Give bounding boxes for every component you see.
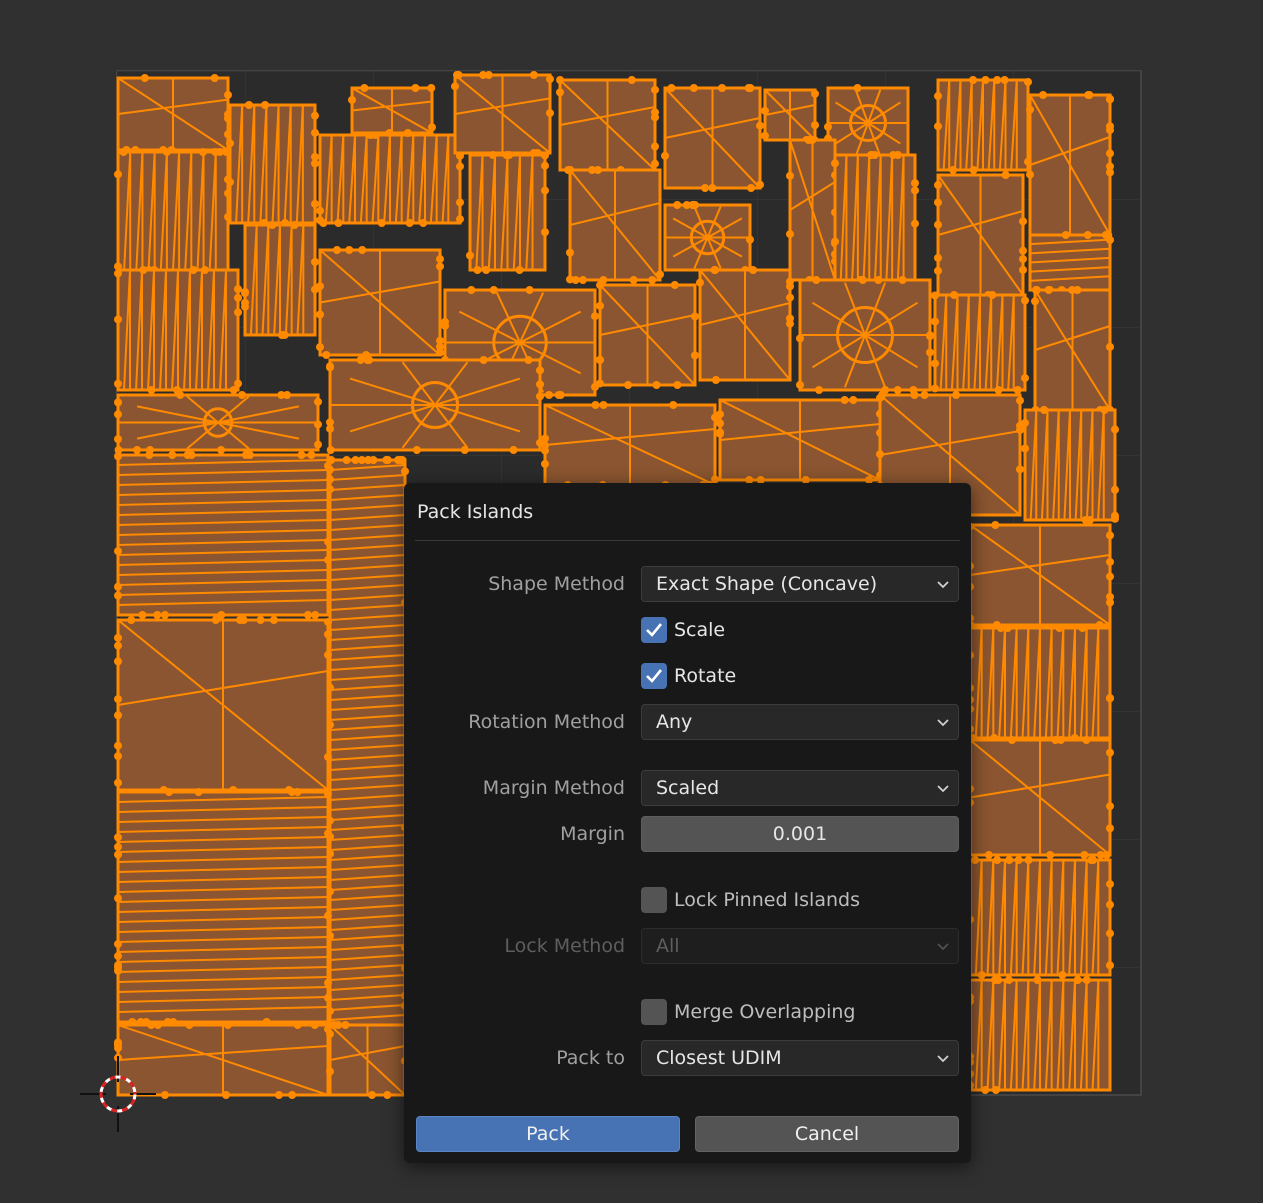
rotation-method-label: Rotation Method [468, 711, 625, 733]
pack-to-label: Pack to [556, 1047, 625, 1069]
margin-label: Margin [560, 823, 625, 845]
shape-method-value: Exact Shape (Concave) [656, 573, 878, 595]
scale-checkbox[interactable] [641, 617, 667, 643]
scale-label: Scale [674, 619, 726, 641]
chevron-down-icon [937, 785, 949, 793]
pack-islands-dialog: Pack Islands Shape Method Exact Shape (C… [404, 483, 971, 1163]
chevron-down-icon [937, 581, 949, 589]
rotate-label: Rotate [674, 665, 737, 687]
lock-method-dropdown: All [641, 928, 959, 964]
lock-method-value: All [656, 935, 680, 957]
merge-overlapping-label: Merge Overlapping [674, 1001, 856, 1023]
checkmark-icon [646, 669, 663, 683]
shape-method-dropdown[interactable]: Exact Shape (Concave) [641, 566, 959, 602]
rotation-method-value: Any [656, 711, 693, 733]
pack-to-value: Closest UDIM [656, 1047, 782, 1069]
chevron-down-icon [937, 943, 949, 951]
dialog-title: Pack Islands [417, 501, 534, 523]
margin-method-value: Scaled [656, 777, 720, 799]
title-separator [415, 540, 960, 541]
shape-method-label: Shape Method [488, 573, 625, 595]
pack-button[interactable]: Pack [416, 1116, 680, 1152]
margin-field[interactable]: 0.001 [641, 816, 959, 852]
merge-overlapping-checkbox[interactable] [641, 999, 667, 1025]
checkmark-icon [646, 623, 663, 637]
margin-method-label: Margin Method [482, 777, 625, 799]
margin-method-dropdown[interactable]: Scaled [641, 770, 959, 806]
pack-to-dropdown[interactable]: Closest UDIM [641, 1040, 959, 1076]
rotation-method-dropdown[interactable]: Any [641, 704, 959, 740]
lock-method-label: Lock Method [504, 935, 625, 957]
chevron-down-icon [937, 1055, 949, 1063]
rotate-checkbox[interactable] [641, 663, 667, 689]
chevron-down-icon [937, 719, 949, 727]
cancel-button[interactable]: Cancel [695, 1116, 959, 1152]
lock-pinned-label: Lock Pinned Islands [674, 889, 860, 911]
lock-pinned-checkbox[interactable] [641, 887, 667, 913]
